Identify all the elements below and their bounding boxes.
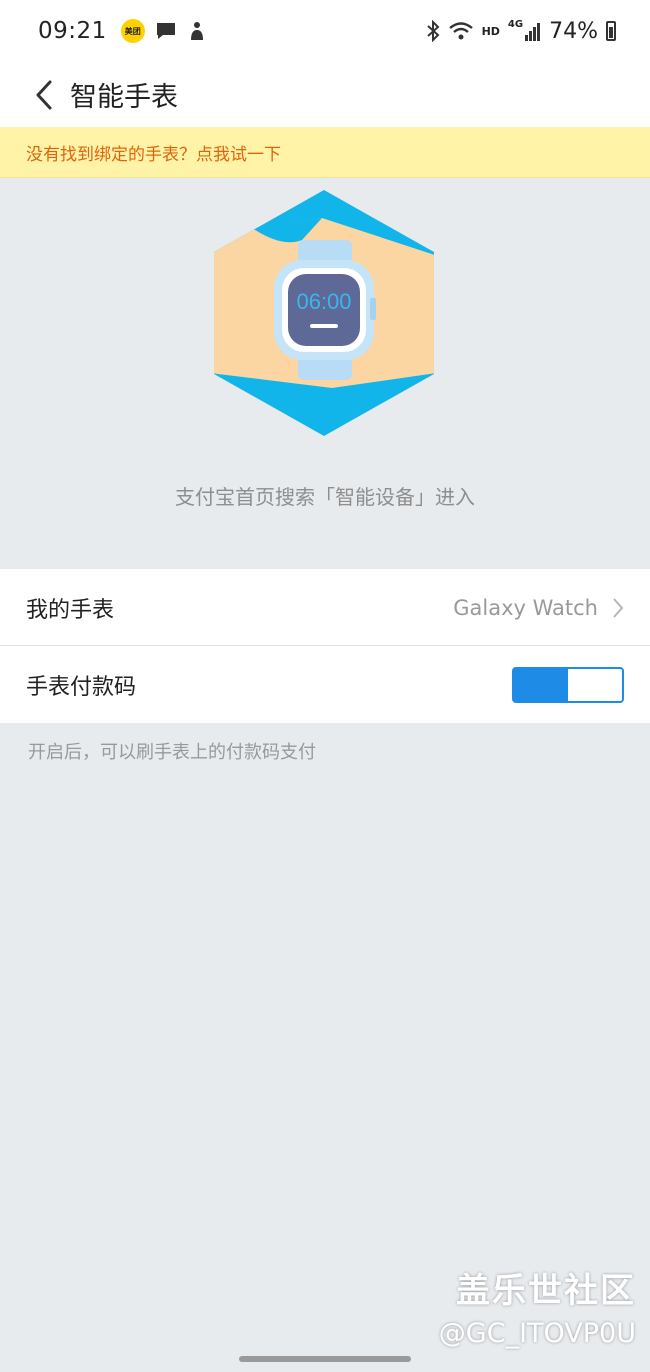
meituan-icon: 美团	[120, 19, 145, 43]
hd-label: HD	[481, 24, 500, 38]
search-hint-text: 支付宝首页搜索「智能设备」进入	[175, 485, 475, 509]
pay-code-footnote: 开启后，可以刷手表上的付款码支付	[28, 742, 316, 763]
notice-banner[interactable]: 没有找到绑定的手表？点我试一下	[0, 127, 650, 178]
toggle-on-track	[514, 668, 568, 701]
pay-code-label: 手表付款码	[26, 674, 137, 700]
network-type-label: 4G	[507, 18, 524, 30]
status-time: 09:21	[38, 18, 107, 44]
watermark: 盖乐世社区 @GC_ITOVP0U	[439, 1263, 636, 1349]
watermark-title: 盖乐世社区	[456, 1271, 636, 1311]
battery-percent: 74%	[549, 18, 598, 44]
message-icon	[156, 23, 175, 39]
my-watch-label: 我的手表	[26, 597, 115, 623]
signal-icon	[525, 23, 541, 41]
battery-icon	[606, 21, 616, 41]
my-watch-value: Galaxy Watch	[453, 595, 598, 620]
status-bar: 09:21 美团 HD 4G 74%	[0, 0, 650, 62]
home-indicator[interactable]	[239, 1356, 411, 1362]
navigation-bar: 智能手表	[0, 62, 650, 127]
back-button[interactable]	[14, 65, 74, 125]
watch-illustration-section: 06:00 支付宝首页搜索「智能设备」进入	[0, 178, 650, 568]
pay-code-row: 手表付款码	[0, 646, 650, 723]
wifi-icon	[448, 22, 473, 40]
back-arrow-icon	[36, 80, 52, 109]
bluetooth-icon	[426, 20, 440, 42]
smartwatch-illustration-icon: 06:00	[214, 190, 434, 436]
my-watch-row[interactable]: 我的手表 Galaxy Watch	[0, 569, 650, 646]
watch-time-label: 06:00	[296, 289, 351, 314]
watermark-user: @GC_ITOVP0U	[438, 1318, 636, 1349]
chevron-right-icon	[613, 597, 624, 618]
notification-icon	[190, 22, 203, 40]
page-title: 智能手表	[70, 82, 178, 113]
notice-text: 没有找到绑定的手表？点我试一下	[26, 144, 281, 165]
pay-code-toggle[interactable]	[512, 666, 624, 703]
